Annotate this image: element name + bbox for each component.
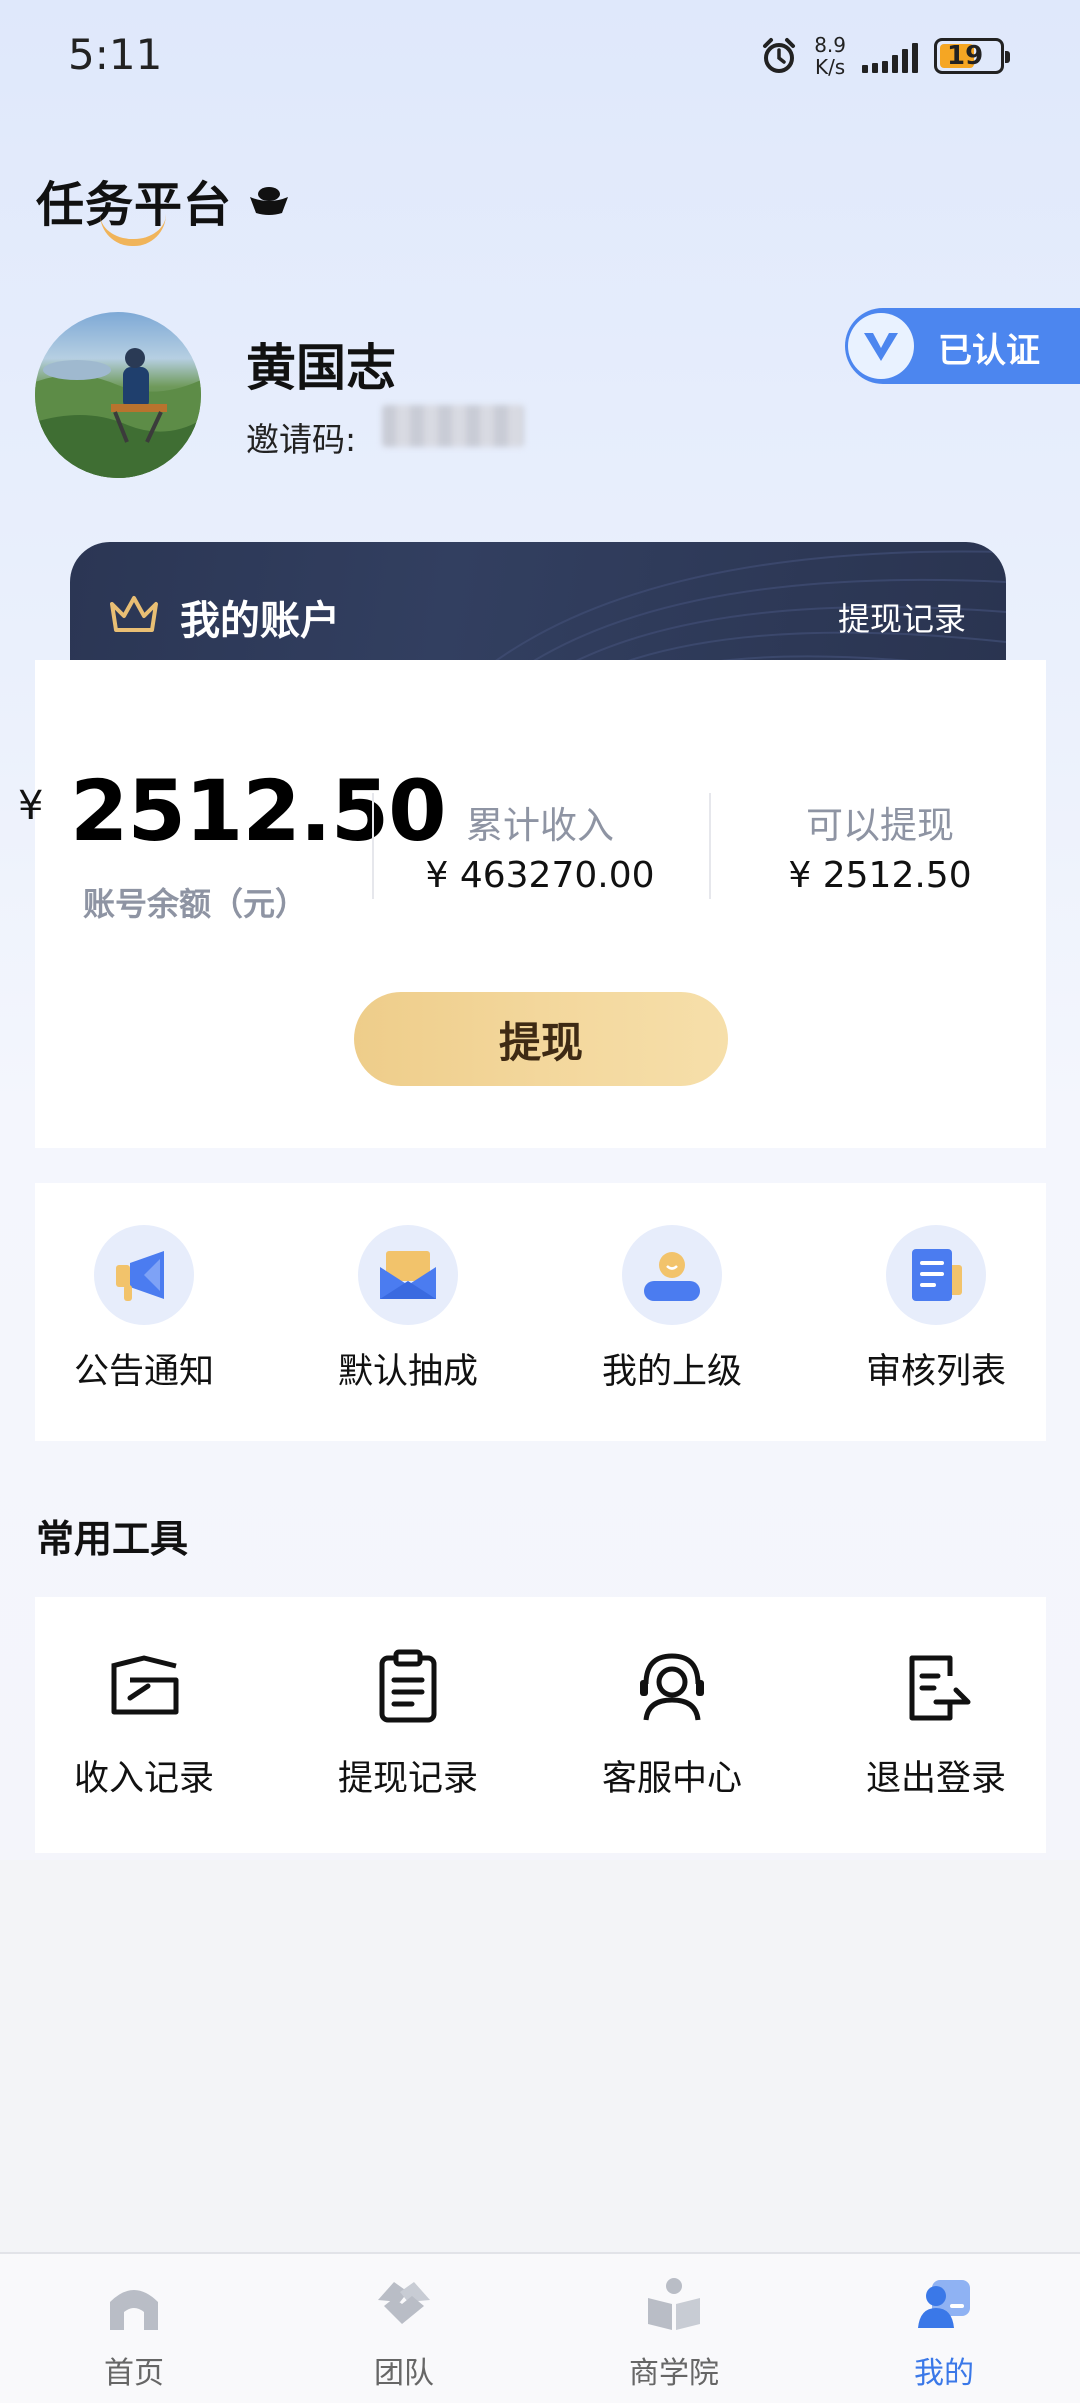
total-income-label: 累计收入 [466, 804, 614, 847]
withdraw-button[interactable]: 提现 [354, 992, 728, 1086]
document-icon [886, 1225, 986, 1325]
tool-label: 提现记录 [337, 1759, 478, 1799]
balance-label: 账号余额（元） [83, 885, 308, 923]
tool-customer-service[interactable]: 客服中心 [572, 1646, 772, 1801]
quick-action-notice[interactable]: 公告通知 [44, 1225, 244, 1394]
account-card-curve [35, 670, 1046, 740]
verified-v-icon [864, 333, 898, 361]
quick-action-commission[interactable]: 默认抽成 [308, 1225, 508, 1394]
verified-label: 已认证 [938, 331, 1040, 371]
avatar[interactable] [35, 312, 201, 478]
customer-service-icon [640, 1653, 704, 1721]
withdrawable-value: ¥ 2512.50 [788, 855, 972, 896]
megaphone-icon [94, 1225, 194, 1325]
status-icons: 8.9 K/s 19 [760, 30, 1010, 82]
team-icon [378, 2282, 430, 2324]
total-income-value: ¥ 463270.00 [425, 855, 655, 896]
alarm-icon [763, 38, 796, 73]
profile-icon [918, 2280, 970, 2328]
academy-icon [648, 2278, 700, 2330]
nav-academy[interactable]: 商学院 [574, 2274, 774, 2392]
nav-label: 团队 [374, 2356, 434, 2391]
divider [709, 793, 711, 899]
withdrawable-label: 可以提现 [806, 804, 954, 847]
signal-icon [862, 39, 918, 73]
nav-label: 商学院 [629, 2356, 719, 2391]
balance-currency: ¥ [18, 783, 44, 829]
nav-team[interactable]: 团队 [304, 2274, 504, 2392]
invite-code-label: 邀请码: [246, 420, 357, 459]
home-icon [110, 2290, 158, 2330]
envelope-icon [358, 1225, 458, 1325]
tool-label: 收入记录 [73, 1759, 214, 1799]
account-title: 我的账户 [180, 598, 340, 644]
quick-action-label: 审核列表 [865, 1352, 1006, 1392]
withdraw-history-link[interactable]: 提现记录 [838, 594, 966, 640]
user-name: 黄国志 [246, 339, 396, 397]
nav-label: 首页 [104, 2356, 164, 2391]
tool-label: 客服中心 [601, 1759, 742, 1799]
nav-label: 我的 [914, 2356, 974, 2391]
crown-icon [110, 596, 158, 632]
income-record-icon [111, 1655, 179, 1715]
clipboard-icon [379, 1649, 437, 1723]
tool-label: 退出登录 [865, 1759, 1006, 1799]
net-speed: 8.9 K/s [814, 33, 846, 79]
quick-action-review-list[interactable]: 审核列表 [836, 1225, 1036, 1394]
tool-withdraw-record[interactable]: 提现记录 [308, 1646, 508, 1801]
tool-income-record[interactable]: 收入记录 [44, 1646, 244, 1801]
quick-action-label: 默认抽成 [337, 1352, 478, 1392]
divider [372, 793, 374, 899]
person-icon [622, 1225, 722, 1325]
quick-action-label: 我的上级 [601, 1352, 742, 1392]
tool-logout[interactable]: 退出登录 [836, 1646, 1036, 1801]
tools-section-title: 常用工具 [36, 1517, 189, 1561]
nav-home[interactable]: 首页 [34, 2274, 234, 2392]
nav-mine[interactable]: 我的 [844, 2274, 1044, 2392]
logout-icon [909, 1655, 971, 1721]
quick-action-superior[interactable]: 我的上级 [572, 1225, 772, 1394]
status-time: 5:11 [68, 30, 163, 79]
invite-code-redacted [382, 405, 524, 447]
quick-action-label: 公告通知 [73, 1352, 214, 1392]
battery-icon: 19 [934, 38, 1010, 74]
ingot-icon [250, 187, 288, 215]
